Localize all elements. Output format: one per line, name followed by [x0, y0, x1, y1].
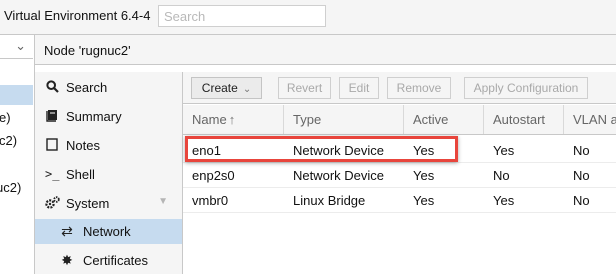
- notes-icon: [45, 138, 59, 152]
- apply-configuration-button[interactable]: Apply Configuration: [464, 77, 588, 99]
- app-title: Virtual Environment 6.4-4: [4, 8, 151, 23]
- tree-item-fragment[interactable]: c2): [0, 133, 17, 148]
- menu-item-label: Summary: [66, 109, 122, 124]
- cell-name: eno1: [192, 143, 221, 158]
- book-icon: [45, 109, 59, 123]
- node-menu: Search Summary Notes >_ Shell System ▼ ⇄…: [35, 72, 183, 274]
- edit-label: Edit: [348, 81, 370, 95]
- exchange-icon: ⇄: [61, 223, 73, 239]
- menu-item-label: Network: [83, 224, 131, 239]
- tree-item-fragment[interactable]: uc2): [0, 180, 21, 195]
- gears-icon: [45, 196, 60, 210]
- table-row[interactable]: enp2s0 Network Device Yes No No: [183, 163, 616, 188]
- column-header-label: Active: [413, 112, 449, 127]
- menu-item-search[interactable]: Search: [35, 75, 182, 100]
- menu-item-label: System: [66, 196, 110, 211]
- menu-item-notes[interactable]: Notes: [35, 133, 182, 158]
- cell-active: Yes: [413, 168, 435, 183]
- create-button[interactable]: Create ⌄: [191, 77, 262, 99]
- column-header-label: VLAN a: [573, 112, 616, 127]
- chevron-down-icon: ⌄: [15, 38, 26, 53]
- panel-header: Node 'rugnuc2': [35, 35, 616, 65]
- column-header-vlan-aware[interactable]: VLAN a: [564, 105, 616, 134]
- column-header-type[interactable]: Type: [284, 105, 404, 134]
- search-icon: [45, 80, 59, 94]
- menu-item-certificates[interactable]: ✸ Certificates: [35, 248, 182, 273]
- cell-vlan-aware: No: [573, 143, 590, 158]
- terminal-icon: >_: [45, 167, 60, 181]
- search-input[interactable]: [158, 5, 326, 27]
- cell-autostart: No: [493, 168, 510, 183]
- column-header-label: Type: [293, 112, 322, 127]
- menu-item-network[interactable]: ⇄ Network: [35, 219, 182, 244]
- column-header-autostart[interactable]: Autostart: [484, 105, 564, 134]
- sort-ascending-icon: ↑: [228, 112, 236, 127]
- revert-button[interactable]: Revert: [278, 77, 331, 99]
- column-header-name[interactable]: Name ↑: [183, 105, 284, 134]
- menu-item-label: Search: [66, 80, 108, 95]
- cell-type: Network Device: [293, 143, 385, 158]
- cell-autostart: Yes: [493, 193, 515, 208]
- cell-name: vmbr0: [192, 193, 229, 208]
- remove-button[interactable]: Remove: [387, 77, 451, 99]
- remove-label: Remove: [396, 81, 442, 95]
- column-header-active[interactable]: Active: [404, 105, 484, 134]
- cell-vlan-aware: No: [573, 193, 590, 208]
- column-header-label: Autostart: [493, 112, 546, 127]
- table-row[interactable]: vmbr0 Linux Bridge Yes Yes No: [183, 188, 616, 213]
- menu-item-shell[interactable]: >_ Shell: [35, 162, 182, 187]
- column-header-label: Name: [192, 112, 227, 127]
- toolbar: Create ⌄ Revert Edit Remove Apply Configu…: [183, 72, 616, 104]
- menu-item-summary[interactable]: Summary: [35, 104, 182, 129]
- tree-selected-row[interactable]: [0, 85, 33, 105]
- top-header: Virtual Environment 6.4-4: [0, 0, 616, 35]
- apply-configuration-label: Apply Configuration: [473, 81, 579, 95]
- menu-item-label: Shell: [66, 167, 95, 182]
- create-label: Create: [201, 81, 238, 95]
- menu-item-label: Certificates: [83, 253, 149, 268]
- tree-item-fragment[interactable]: e): [0, 110, 11, 125]
- view-select[interactable]: ⌄: [0, 35, 33, 59]
- collapse-caret-icon[interactable]: ▼: [158, 196, 168, 207]
- cell-type: Network Device: [293, 168, 385, 183]
- cell-type: Linux Bridge: [293, 193, 366, 208]
- cell-autostart: Yes: [493, 143, 515, 158]
- cell-vlan-aware: No: [573, 168, 590, 183]
- chevron-down-icon: ⌄: [242, 84, 252, 95]
- cell-active: Yes: [413, 143, 435, 158]
- cell-active: Yes: [413, 193, 435, 208]
- resource-tree: ⌄ e) c2) uc2): [0, 35, 35, 274]
- cell-name: enp2s0: [192, 168, 235, 183]
- revert-label: Revert: [286, 81, 323, 95]
- menu-item-label: Notes: [66, 138, 100, 153]
- grid-header: Name ↑ Type Active Autostart VLAN a: [183, 105, 616, 135]
- table-row[interactable]: eno1 Network Device Yes Yes No: [183, 138, 616, 163]
- page-title: Node 'rugnuc2': [44, 43, 131, 58]
- menu-item-system[interactable]: System ▼: [35, 191, 182, 216]
- certificate-icon: ✸: [61, 252, 73, 268]
- edit-button[interactable]: Edit: [339, 77, 379, 99]
